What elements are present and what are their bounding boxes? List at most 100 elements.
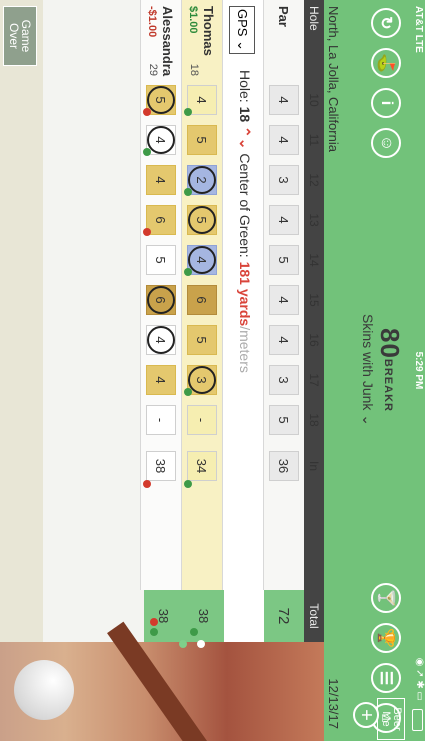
in-label: In bbox=[307, 460, 321, 471]
player-name-cell[interactable]: Thomas $1.00 18 bbox=[182, 0, 222, 80]
app-logo: 80BREAKR Skins with Junk ⌄ bbox=[359, 265, 405, 475]
menu-icon[interactable]: ☰ bbox=[371, 663, 401, 693]
par-cell: 5 bbox=[264, 400, 304, 440]
bottom-bar bbox=[0, 0, 43, 642]
score-cell[interactable]: - bbox=[182, 400, 222, 440]
par-value: 3 bbox=[269, 365, 299, 395]
junk-dot bbox=[190, 628, 198, 636]
score-cell[interactable]: 4 bbox=[182, 80, 222, 120]
score-cell[interactable]: 5 bbox=[182, 320, 222, 360]
player-total: 38 bbox=[144, 590, 184, 642]
refresh-icon[interactable]: ↻ bbox=[371, 8, 401, 38]
junk-dot bbox=[143, 228, 151, 236]
junk-dot bbox=[150, 618, 158, 626]
hole-stepper[interactable]: ⌃⌄ bbox=[237, 126, 253, 149]
score-cell[interactable]: 4 bbox=[182, 240, 222, 280]
junk-dot bbox=[184, 188, 192, 196]
score-cell[interactable]: 5 bbox=[182, 200, 222, 240]
par-value: 4 bbox=[269, 85, 299, 115]
score-value: - bbox=[187, 405, 217, 435]
game-type-selector[interactable]: Skins with Junk ⌄ bbox=[359, 265, 376, 475]
score-cell[interactable]: 6 bbox=[141, 280, 181, 320]
player-name-cell[interactable]: Alessandra -$1.00 29 bbox=[141, 0, 181, 80]
score-cell[interactable]: - bbox=[141, 400, 181, 440]
golf-flag-icon[interactable]: ⛳ bbox=[371, 48, 401, 78]
par-value: 5 bbox=[269, 245, 299, 275]
score-cell[interactable]: 5 bbox=[141, 80, 181, 120]
hole-number: 12 bbox=[307, 173, 321, 187]
add-button[interactable]: + bbox=[353, 702, 379, 728]
score-value: 5 bbox=[187, 325, 217, 355]
score-cell[interactable]: 4 bbox=[141, 120, 181, 160]
par-value: 4 bbox=[269, 285, 299, 315]
par-value: 5 bbox=[269, 405, 299, 435]
page-indicator[interactable] bbox=[169, 640, 215, 648]
score-cell[interactable]: 4 bbox=[141, 320, 181, 360]
status-bar: AT&T LTE 5:29 PM ◉ ➚ ✱ ▭ bbox=[411, 0, 425, 741]
clock: 5:29 PM bbox=[413, 351, 424, 390]
par-value: 3 bbox=[269, 165, 299, 195]
score-value: 4 bbox=[146, 365, 176, 395]
score-cell[interactable]: 6 bbox=[182, 280, 222, 320]
total-value: 38 bbox=[196, 608, 212, 624]
score-value: 5 bbox=[147, 86, 175, 114]
center-prefix: Center of Green: bbox=[237, 153, 253, 258]
logo-word: BREAKR bbox=[381, 358, 394, 412]
score-value: 6 bbox=[187, 285, 217, 315]
gps-dropdown[interactable]: GPS ⌄ bbox=[229, 6, 255, 54]
in-cell: 38 bbox=[141, 440, 181, 492]
score-value: 2 bbox=[188, 166, 216, 194]
par-value: 4 bbox=[269, 325, 299, 355]
meters-unit[interactable]: meters bbox=[237, 330, 253, 373]
par-cell: 4 bbox=[264, 320, 304, 360]
junk-dot bbox=[143, 480, 151, 488]
score-value: 5 bbox=[188, 206, 216, 234]
score-value: 3 bbox=[188, 366, 216, 394]
score-cell[interactable]: 6 bbox=[141, 200, 181, 240]
par-in-cell: 36 bbox=[264, 440, 304, 492]
app-header: ↻ ⛳ i ☺ 80BREAKR Skins with Junk ⌄ 🍸 🏆 ☰… bbox=[341, 0, 411, 741]
score-value: 5 bbox=[146, 245, 176, 275]
hole-number: 15 bbox=[307, 293, 321, 307]
par-cell: 4 bbox=[264, 80, 304, 120]
round-date: 12/13/17 bbox=[326, 678, 341, 729]
score-cell[interactable]: 5 bbox=[141, 240, 181, 280]
golf-ball bbox=[14, 660, 74, 720]
drink-icon[interactable]: 🍸 bbox=[371, 583, 401, 613]
trophy-icon[interactable]: 🏆 bbox=[371, 623, 401, 653]
hole-label: Hole bbox=[307, 6, 321, 31]
score-cell[interactable]: 3 bbox=[182, 360, 222, 400]
score-value: - bbox=[146, 405, 176, 435]
score-value: 5 bbox=[187, 125, 217, 155]
player-total: 38 bbox=[184, 590, 224, 642]
current-hole-number: 18 bbox=[237, 106, 253, 123]
score-value: 4 bbox=[188, 246, 216, 274]
junk-dot bbox=[184, 480, 192, 488]
player-icon[interactable]: ☺ bbox=[371, 128, 401, 158]
info-icon[interactable]: i bbox=[371, 88, 401, 118]
par-label: Par bbox=[276, 6, 292, 27]
score-value: 4 bbox=[147, 326, 175, 354]
distance-value: 181 bbox=[237, 261, 253, 285]
yards-unit[interactable]: yards bbox=[237, 289, 253, 326]
gps-row: GPS ⌄ Hole: 18 ⌃⌄ Center of Green: 181 y… bbox=[222, 0, 263, 590]
par-row: Par 4 4 3 4 5 4 4 3 5 36 bbox=[263, 0, 304, 590]
scorecard-grid: Hole 10 11 12 13 14 15 16 17 18 In Par 4… bbox=[140, 0, 324, 590]
score-box: 4 bbox=[146, 325, 176, 355]
par-cell: 5 bbox=[264, 240, 304, 280]
score-cell[interactable]: 4 bbox=[141, 360, 181, 400]
score-value: 4 bbox=[146, 165, 176, 195]
score-value: 4 bbox=[147, 126, 175, 154]
status-icons: ◉ ➚ ✱ ▭ bbox=[414, 657, 425, 701]
score-value: 6 bbox=[147, 286, 175, 314]
par-cell: 4 bbox=[264, 280, 304, 320]
junk-dot bbox=[143, 108, 151, 116]
score-cell[interactable]: 5 bbox=[182, 120, 222, 160]
score-cell[interactable]: 4 bbox=[141, 160, 181, 200]
player-name: Thomas bbox=[201, 6, 217, 56]
total-column: Total 72 38 38 bbox=[144, 590, 324, 642]
in-score: 38 bbox=[146, 451, 176, 481]
score-cell[interactable]: 2 bbox=[182, 160, 222, 200]
game-over-button[interactable]: Game Over bbox=[3, 6, 37, 66]
beer-me-button[interactable]: Beer Me bbox=[377, 698, 405, 740]
